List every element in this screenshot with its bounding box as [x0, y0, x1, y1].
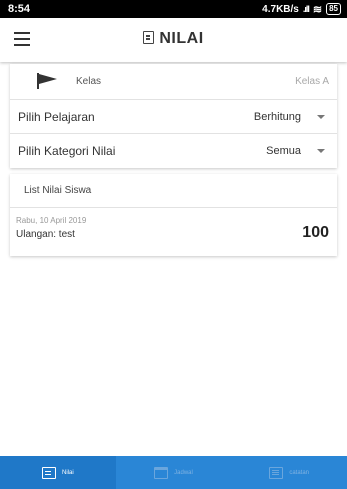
- page-title: NILAI: [0, 30, 347, 48]
- status-time: 8:54: [8, 3, 31, 15]
- kelas-label: Kelas: [76, 75, 102, 87]
- battery-icon: 85: [326, 3, 341, 15]
- filter-card: Kelas Kelas A Pilih Pelajaran Berhitung …: [10, 64, 337, 168]
- kelas-value: Kelas A: [295, 75, 329, 87]
- wifi-icon: ≋: [312, 3, 323, 16]
- pelajaran-label: Pilih Pelajaran: [18, 109, 95, 124]
- kategori-select[interactable]: Semua: [227, 134, 337, 168]
- calendar-icon: [154, 466, 169, 479]
- clipboard-icon: [42, 466, 56, 479]
- nav-item-nilai[interactable]: Nilai: [0, 456, 116, 489]
- bottom-navigation: Nilai Jadwal catatan: [0, 456, 347, 489]
- pelajaran-selected-value: Berhitung: [253, 111, 301, 123]
- signal-icon: .ıll: [302, 4, 310, 14]
- kelas-row: Kelas Kelas A: [10, 64, 337, 98]
- nav-label-jadwal: Jadwal: [174, 469, 193, 476]
- chevron-down-icon: [317, 115, 325, 119]
- nav-label-catatan: catatan: [289, 469, 310, 476]
- page-title-text: NILAI: [159, 30, 204, 47]
- nav-label-nilai: Nilai: [62, 469, 74, 476]
- status-bar: 8:54 4.7KB/s .ıll ≋ 85: [0, 0, 347, 18]
- pelajaran-select[interactable]: Berhitung: [227, 100, 337, 134]
- kategori-row: Pilih Kategori Nilai Semua: [10, 133, 337, 167]
- status-indicators: 4.7KB/s .ıll ≋ 85: [262, 3, 341, 16]
- app-bar: NILAI: [0, 18, 347, 62]
- nav-item-jadwal[interactable]: Jadwal: [116, 456, 232, 489]
- network-speed: 4.7KB/s: [262, 3, 299, 15]
- kategori-selected-value: Semua: [266, 145, 301, 157]
- nav-item-catatan[interactable]: catatan: [231, 456, 347, 489]
- nilai-list-card: List Nilai Siswa Rabu, 10 April 2019 Ula…: [10, 174, 337, 256]
- kategori-label: Pilih Kategori Nilai: [18, 143, 116, 158]
- divider: [10, 207, 337, 208]
- clipboard-icon: [143, 31, 155, 44]
- entry-label: Ulangan: test: [16, 229, 75, 240]
- chevron-down-icon: [317, 149, 325, 153]
- entry-date: Rabu, 10 April 2019: [16, 216, 87, 225]
- flag-icon: [37, 73, 57, 89]
- notes-icon: [269, 466, 284, 479]
- entry-score: 100: [302, 224, 329, 241]
- pelajaran-row: Pilih Pelajaran Berhitung: [10, 99, 337, 133]
- list-title: List Nilai Siswa: [24, 185, 92, 196]
